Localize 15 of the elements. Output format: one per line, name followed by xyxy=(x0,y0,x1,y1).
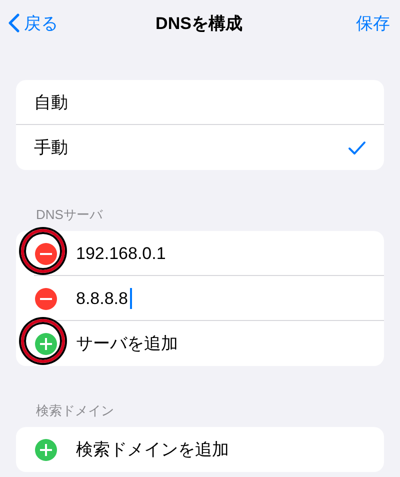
section-header: DNSサーバ xyxy=(36,206,104,224)
mode-option[interactable]: 手動 xyxy=(34,136,348,159)
save-button[interactable]: 保存 xyxy=(356,12,390,34)
add-server-label[interactable]: サーバを追加 xyxy=(76,332,366,355)
section-header: 検索ドメイン xyxy=(36,402,115,420)
back-button[interactable]: 戻る xyxy=(8,12,58,34)
chevron-left-icon xyxy=(8,13,20,33)
add-icon[interactable] xyxy=(35,332,57,354)
mode-option[interactable]: 自動 xyxy=(34,91,366,114)
remove-icon[interactable] xyxy=(35,242,57,264)
remove-icon[interactable] xyxy=(35,288,57,310)
add-icon[interactable] xyxy=(35,438,57,460)
address-field[interactable]: 8.8.8.8 xyxy=(76,288,366,309)
page-title: DNSを構成 xyxy=(156,12,242,34)
address-field[interactable]: 192.168.0.1 xyxy=(76,244,366,264)
